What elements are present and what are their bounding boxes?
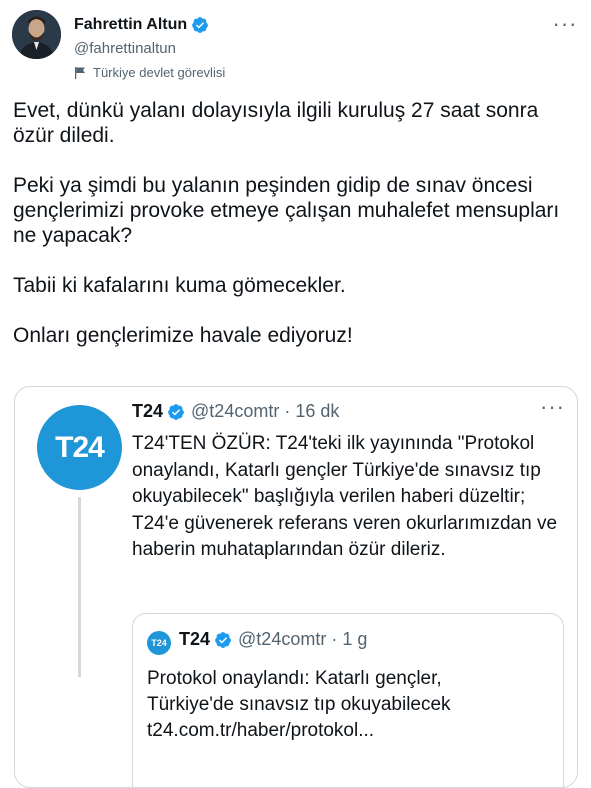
tweet-paragraph: Tabii ki kafalarını kuma gömecekler.	[13, 274, 346, 297]
author-handle[interactable]: @fahrettinaltun	[74, 40, 176, 57]
quoted-avatar[interactable]: T24	[37, 405, 122, 490]
tweet-paragraph: Peki ya şimdi bu yalanın peşinden gidip …	[13, 174, 560, 247]
quoted-display-name[interactable]: T24	[132, 401, 163, 422]
inner-quoted-handle-time[interactable]: @t24comtr · 1 g	[238, 629, 367, 650]
avatar[interactable]	[12, 10, 61, 59]
author-name-row[interactable]: Fahrettin Altun	[74, 16, 209, 34]
inner-quoted-tweet-card[interactable]: T24 T24 @t24comtr · 1 g Protokol onaylan…	[132, 613, 564, 787]
inner-quoted-line: Türkiye'de sınavsız tıp okuyabilecek	[147, 694, 451, 715]
inner-quoted-link[interactable]: t24.com.tr/haber/protokol...	[147, 718, 547, 744]
government-flag-icon	[74, 66, 87, 79]
verified-badge-icon	[191, 16, 209, 34]
thread-line	[78, 497, 81, 677]
more-options-icon: ···	[552, 11, 578, 36]
inner-quoted-text: Protokol onaylandı: Katarlı gençler, Tür…	[147, 666, 547, 744]
inner-quoted-display-name[interactable]: T24	[179, 629, 210, 650]
t24-logo-text: T24	[151, 638, 167, 648]
inner-quoted-avatar[interactable]: T24	[147, 631, 171, 655]
quoted-tweet-card[interactable]: T24 T24 @t24comtr · 16 dk ··· T24'TEN ÖZ…	[14, 386, 578, 788]
tweet-paragraph: Evet, dünkü yalanı dolayısıyla ilgili ku…	[13, 99, 539, 147]
inner-quoted-line: Protokol onaylandı: Katarlı gençler,	[147, 668, 442, 689]
tweet-text: Evet, dünkü yalanı dolayısıyla ilgili ku…	[13, 98, 578, 373]
more-options-icon: ···	[540, 394, 565, 419]
inner-quoted-header: T24 @t24comtr · 1 g	[179, 629, 367, 650]
verified-badge-icon	[167, 403, 185, 421]
tweet-header: Fahrettin Altun @fahrettinaltun Türkiye …	[12, 10, 579, 80]
government-label[interactable]: Türkiye devlet görevlisi	[74, 65, 225, 80]
more-options-button[interactable]: ···	[551, 11, 579, 36]
quoted-tweet-text: T24'TEN ÖZÜR: T24'teki ilk yayınında "Pr…	[132, 433, 558, 560]
author-display-name[interactable]: Fahrettin Altun	[74, 16, 187, 34]
quoted-more-options-button[interactable]: ···	[540, 396, 565, 419]
t24-logo-text: T24	[55, 430, 105, 464]
quoted-handle-time[interactable]: @t24comtr · 16 dk	[191, 401, 339, 422]
quoted-header: T24 @t24comtr · 16 dk	[132, 401, 339, 422]
government-label-text: Türkiye devlet görevlisi	[93, 65, 226, 80]
verified-badge-icon	[214, 631, 232, 649]
tweet-paragraph: Onları gençlerimize havale ediyoruz!	[13, 324, 353, 347]
